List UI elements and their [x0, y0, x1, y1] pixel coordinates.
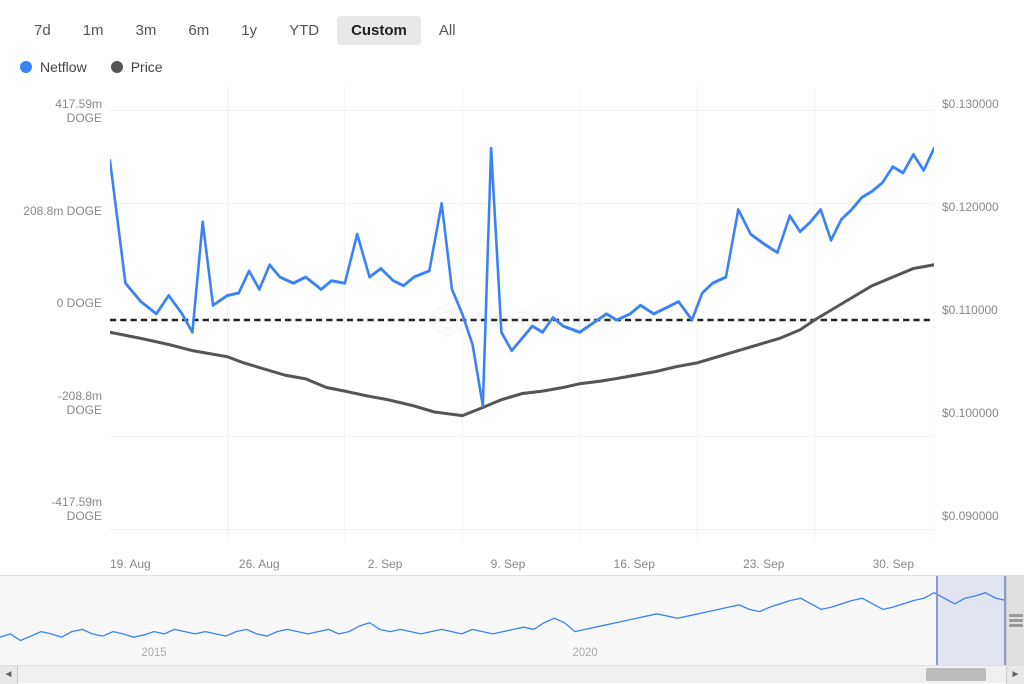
time-range-bar: 7d1m3m6m1yYTDCustomAll	[0, 16, 1024, 55]
y-right-2: $0.110000	[942, 303, 1004, 317]
y-right-4: $0.090000	[942, 509, 1004, 523]
scroll-thumb[interactable]	[926, 668, 986, 681]
y-right-3: $0.100000	[942, 406, 1004, 420]
main-chart-svg	[110, 87, 934, 553]
mini-thumb-region	[936, 576, 1006, 665]
netflow-label: Netflow	[40, 59, 87, 75]
time-btn-7d[interactable]: 7d	[20, 16, 65, 45]
scrollbar-icon	[1009, 612, 1023, 630]
mini-scrollbar-handle[interactable]	[1006, 576, 1024, 665]
svg-text:2015: 2015	[141, 646, 167, 660]
x-label-3: 9. Sep	[491, 557, 526, 571]
legend-price: Price	[111, 59, 163, 75]
y-right-1: $0.120000	[942, 200, 1004, 214]
scroll-left-button[interactable]: ◄	[0, 666, 18, 684]
netflow-dot	[20, 61, 32, 73]
y-axis-left: 417.59m DOGE 208.8m DOGE 0 DOGE -208.8m …	[0, 87, 110, 553]
time-btn-1y[interactable]: 1y	[227, 16, 271, 45]
x-label-6: 30. Sep	[873, 557, 914, 571]
x-label-1: 26. Aug	[239, 557, 280, 571]
y-left-2: 0 DOGE	[20, 296, 102, 310]
mini-chart-svg: 2015 2020	[0, 576, 1006, 665]
y-left-3: -208.8m DOGE	[20, 389, 102, 417]
x-label-4: 16. Sep	[614, 557, 655, 571]
y-right-0: $0.130000	[942, 97, 1004, 111]
time-btn-all[interactable]: All	[425, 16, 470, 45]
scroll-bar-row: ◄ ►	[0, 665, 1024, 683]
price-label: Price	[131, 59, 163, 75]
scroll-track[interactable]	[18, 666, 1006, 683]
y-left-0: 417.59m DOGE	[20, 97, 102, 125]
x-label-5: 23. Sep	[743, 557, 784, 571]
y-left-1: 208.8m DOGE	[20, 204, 102, 218]
y-axis-right: $0.130000 $0.120000 $0.110000 $0.100000 …	[934, 87, 1024, 553]
legend-netflow: Netflow	[20, 59, 87, 75]
chart-wrapper: 417.59m DOGE 208.8m DOGE 0 DOGE -208.8m …	[0, 87, 1024, 683]
svg-text:2020: 2020	[573, 646, 599, 660]
price-dot	[111, 61, 123, 73]
mini-chart-section: 2015 2020	[0, 575, 1024, 665]
legend: Netflow Price	[0, 55, 1024, 87]
main-container: 7d1m3m6m1yYTDCustomAll Netflow Price 417…	[0, 0, 1024, 683]
time-btn-ytd[interactable]: YTD	[275, 16, 333, 45]
y-left-4: -417.59m DOGE	[20, 495, 102, 523]
x-axis: 19. Aug 26. Aug 2. Sep 9. Sep 16. Sep 23…	[0, 553, 1024, 575]
time-btn-6m[interactable]: 6m	[174, 16, 223, 45]
time-btn-custom[interactable]: Custom	[337, 16, 421, 45]
chart-svg-container: IntoTheBlock	[110, 87, 934, 553]
main-chart-area: 417.59m DOGE 208.8m DOGE 0 DOGE -208.8m …	[0, 87, 1024, 553]
x-label-2: 2. Sep	[368, 557, 403, 571]
time-btn-1m[interactable]: 1m	[69, 16, 118, 45]
scroll-right-button[interactable]: ►	[1006, 666, 1024, 684]
x-label-0: 19. Aug	[110, 557, 151, 571]
time-btn-3m[interactable]: 3m	[122, 16, 171, 45]
